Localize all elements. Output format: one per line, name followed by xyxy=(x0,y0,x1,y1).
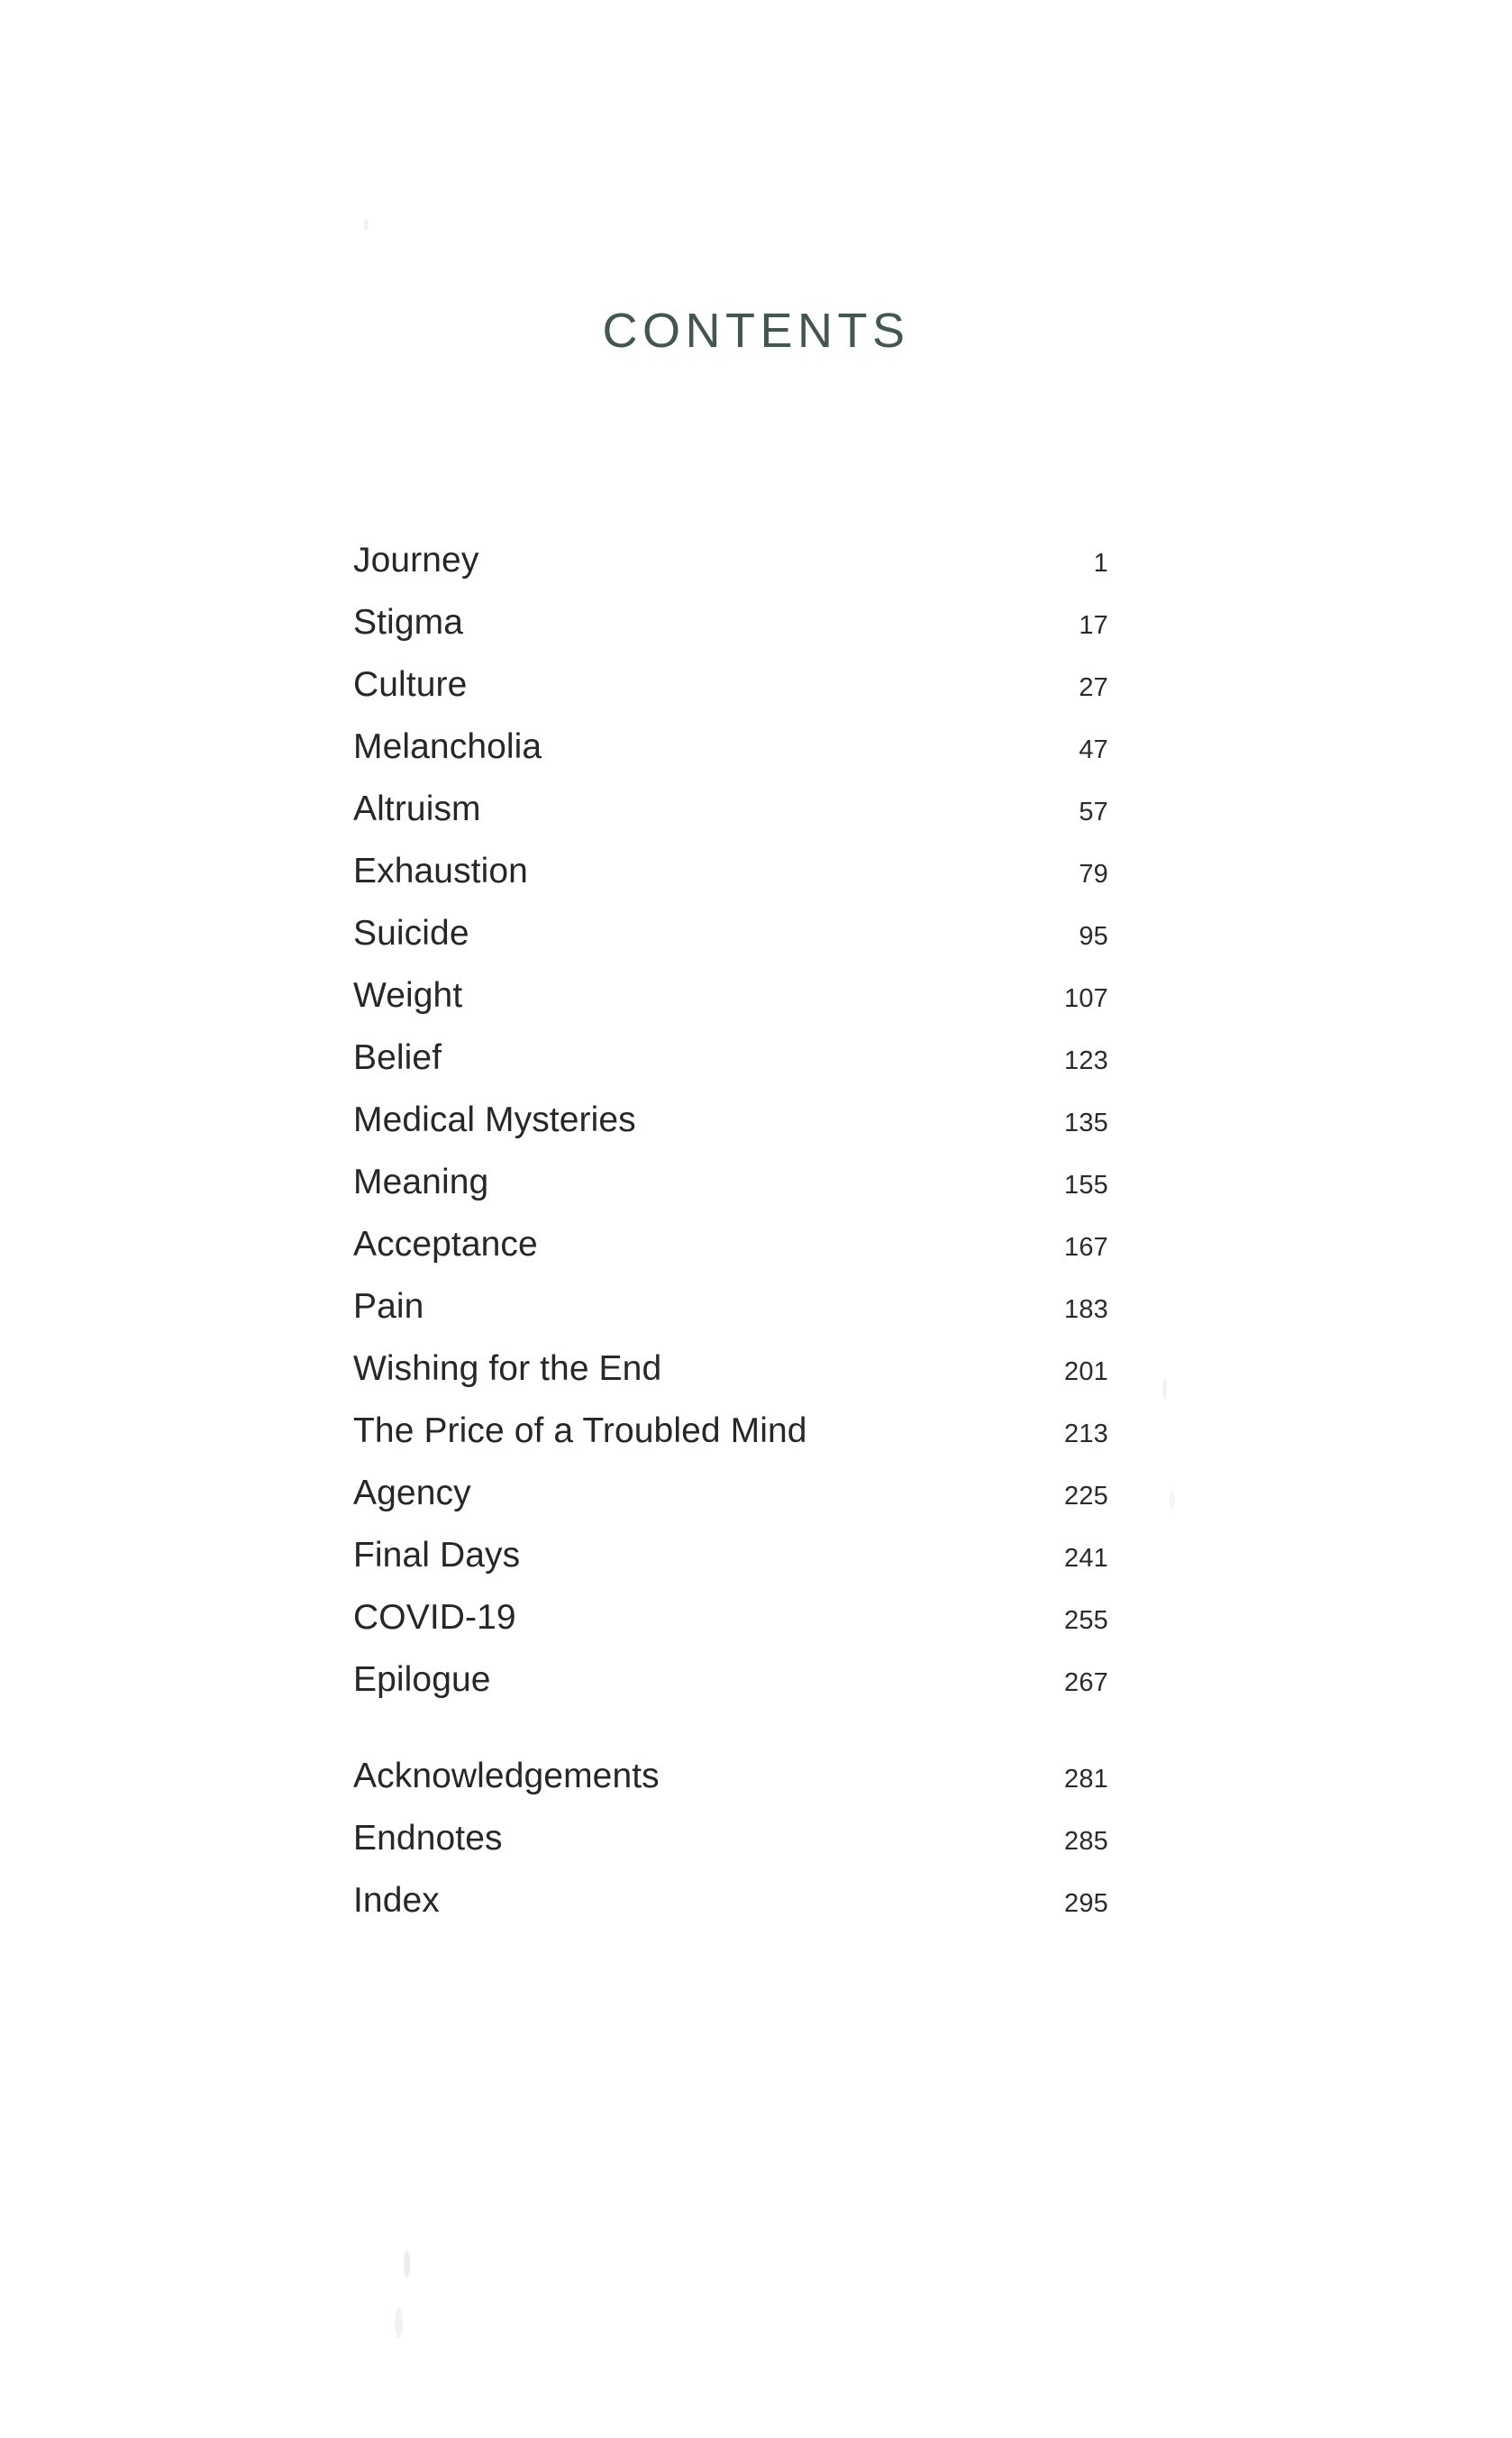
toc-entry[interactable]: Culture 27 xyxy=(353,665,1108,727)
toc-entry-page-number: 225 xyxy=(1064,1482,1108,1511)
toc-entry[interactable]: Altruism 57 xyxy=(353,790,1108,852)
toc-entry-page-number: 255 xyxy=(1064,1606,1108,1635)
toc-entry[interactable]: Exhaustion 79 xyxy=(353,852,1108,914)
toc-entry-title: Wishing for the End xyxy=(353,1349,662,1388)
toc-group-chapters: Journey 1 Stigma 17 Culture 27 Melancholia 47 Al… xyxy=(353,541,1108,1722)
book-contents-page: CONTENTS Journey 1 Stigma 17 Culture 27 Melanc… xyxy=(0,0,1512,2438)
toc-entry[interactable]: Suicide 95 xyxy=(353,914,1108,976)
toc-entry[interactable]: Medical Mysteries 135 xyxy=(353,1100,1108,1163)
scan-artifact xyxy=(395,2307,403,2338)
toc-entry-page-number: 27 xyxy=(1079,673,1108,702)
toc-entry-title: Altruism xyxy=(353,790,481,828)
toc-entry[interactable]: Journey 1 xyxy=(353,541,1108,603)
toc-entry-title: Exhaustion xyxy=(353,852,528,890)
toc-entry[interactable]: Melancholia 47 xyxy=(353,727,1108,790)
toc-entry-title: Weight xyxy=(353,976,463,1015)
scan-artifact xyxy=(1162,1379,1167,1399)
toc-entry-title: Journey xyxy=(353,541,479,580)
toc-entry[interactable]: Final Days 241 xyxy=(353,1536,1108,1598)
toc-entry-title: Endnotes xyxy=(353,1819,503,1858)
toc-entry-title: Stigma xyxy=(353,603,463,642)
toc-entry-page-number: 1 xyxy=(1093,549,1108,578)
toc-entry-title: Index xyxy=(353,1881,440,1920)
scan-artifact xyxy=(1170,1492,1175,1508)
toc-entry-page-number: 47 xyxy=(1079,735,1108,764)
toc-entry-title: Pain xyxy=(353,1287,424,1326)
toc-entry-title: Acceptance xyxy=(353,1225,538,1264)
toc-entry[interactable]: Weight 107 xyxy=(353,976,1108,1038)
toc-entry-page-number: 281 xyxy=(1064,1765,1108,1794)
toc-entry-page-number: 167 xyxy=(1064,1233,1108,1262)
toc-entry[interactable]: Agency 225 xyxy=(353,1474,1108,1536)
toc-entry-page-number: 123 xyxy=(1064,1046,1108,1075)
toc-entry[interactable]: Stigma 17 xyxy=(353,603,1108,665)
toc-entry[interactable]: Belief 123 xyxy=(353,1038,1108,1100)
toc-entry-page-number: 241 xyxy=(1064,1544,1108,1573)
toc-entry-page-number: 95 xyxy=(1079,922,1108,951)
page-title: CONTENTS xyxy=(602,304,910,358)
toc-entry[interactable]: Index 295 xyxy=(353,1881,1108,1943)
toc-entry-title: Melancholia xyxy=(353,727,542,766)
toc-entry-page-number: 17 xyxy=(1079,611,1108,640)
toc-entry-page-number: 267 xyxy=(1064,1668,1108,1697)
toc-entry-title: Culture xyxy=(353,665,468,704)
toc-entry[interactable]: Acceptance 167 xyxy=(353,1225,1108,1287)
toc-entry-page-number: 285 xyxy=(1064,1827,1108,1856)
toc-entry[interactable]: Epilogue 267 xyxy=(353,1660,1108,1722)
toc-entry[interactable]: COVID-19 255 xyxy=(353,1598,1108,1660)
toc-entry-title: Meaning xyxy=(353,1163,489,1201)
toc-entry-title: Acknowledgements xyxy=(353,1757,660,1795)
toc-entry-page-number: 201 xyxy=(1064,1357,1108,1386)
toc-entry-title: Belief xyxy=(353,1038,442,1077)
toc-entry-title: Epilogue xyxy=(353,1660,491,1699)
toc-entry-page-number: 183 xyxy=(1064,1295,1108,1324)
scan-artifact xyxy=(364,219,369,231)
toc-entry-title: COVID-19 xyxy=(353,1598,516,1637)
toc-entry[interactable]: Wishing for the End 201 xyxy=(353,1349,1108,1411)
table-of-contents: Journey 1 Stigma 17 Culture 27 Melancholia 47 Al… xyxy=(353,541,1108,1943)
toc-entry[interactable]: The Price of a Troubled Mind 213 xyxy=(353,1411,1108,1474)
toc-entry-page-number: 135 xyxy=(1064,1109,1108,1137)
toc-entry[interactable]: Acknowledgements 281 xyxy=(353,1757,1108,1819)
toc-entry-title: Final Days xyxy=(353,1536,521,1575)
toc-entry[interactable]: Pain 183 xyxy=(353,1287,1108,1349)
toc-entry[interactable]: Endnotes 285 xyxy=(353,1819,1108,1881)
scan-artifact xyxy=(404,2251,410,2278)
toc-entry-page-number: 57 xyxy=(1079,798,1108,826)
toc-entry-title: Medical Mysteries xyxy=(353,1100,636,1139)
toc-entry-page-number: 107 xyxy=(1064,984,1108,1013)
toc-group-back-matter: Acknowledgements 281 Endnotes 285 Index 295 xyxy=(353,1757,1108,1943)
toc-entry[interactable]: Meaning 155 xyxy=(353,1163,1108,1225)
toc-entry-page-number: 295 xyxy=(1064,1889,1108,1918)
toc-entry-page-number: 79 xyxy=(1079,860,1108,889)
toc-entry-title: Suicide xyxy=(353,914,469,953)
toc-entry-page-number: 213 xyxy=(1064,1420,1108,1448)
toc-entry-page-number: 155 xyxy=(1064,1171,1108,1200)
toc-entry-title: Agency xyxy=(353,1474,471,1512)
toc-entry-title: The Price of a Troubled Mind xyxy=(353,1411,807,1450)
